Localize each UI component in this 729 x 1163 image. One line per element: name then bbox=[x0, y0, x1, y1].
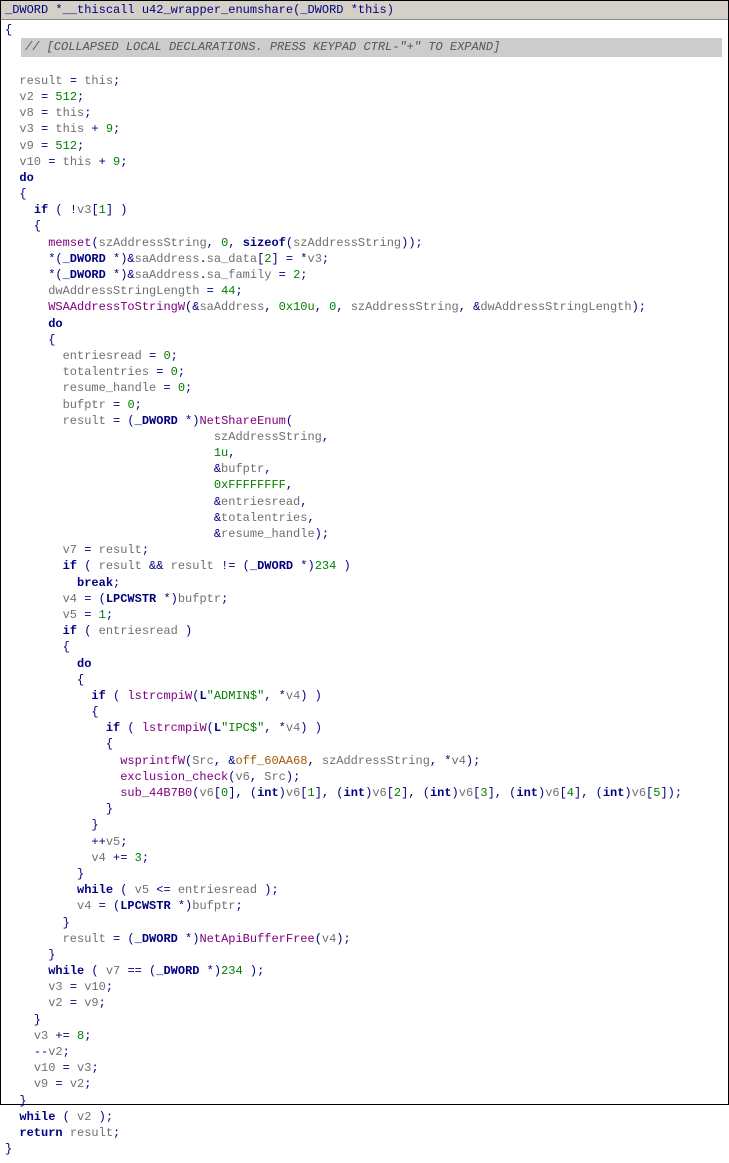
if-stmt: if ( lstrcmpiW(L"ADMIN$", *v4) ) bbox=[5, 688, 724, 704]
break: break; bbox=[5, 575, 724, 591]
stmt: totalentries = 0; bbox=[5, 364, 724, 380]
if-stmt: if ( !v3[1] ) bbox=[5, 202, 724, 218]
call-memset: memset(szAddressString, 0, sizeof(szAddr… bbox=[5, 235, 724, 251]
arg: szAddressString, bbox=[5, 429, 724, 445]
ptr-star: * bbox=[55, 3, 62, 17]
do-kw: do bbox=[5, 170, 724, 186]
stmt: ++v5; bbox=[5, 834, 724, 850]
stmt: bufptr = 0; bbox=[5, 397, 724, 413]
if-stmt: if ( entriesread ) bbox=[5, 623, 724, 639]
collapsed-locals-banner[interactable]: // [COLLAPSED LOCAL DECLARATIONS. PRESS … bbox=[21, 38, 722, 56]
return: return result; bbox=[5, 1125, 724, 1141]
function-name: u42_wrapper_enumshare bbox=[142, 3, 293, 17]
stmt: *(_DWORD *)&saAddress.sa_data[2] = *v3; bbox=[5, 251, 724, 267]
stmt: v4 = (LPCWSTR *)bufptr; bbox=[5, 898, 724, 914]
stmt: v9 = 512; bbox=[5, 138, 724, 154]
brace: } bbox=[5, 1093, 724, 1109]
call-netshare: result = (_DWORD *)NetShareEnum( bbox=[5, 413, 724, 429]
stmt: v3 = this + 9; bbox=[5, 121, 724, 137]
stmt: *(_DWORD *)&saAddress.sa_family = 2; bbox=[5, 267, 724, 283]
stmt: --v2; bbox=[5, 1044, 724, 1060]
arg: 0xFFFFFFFF, bbox=[5, 477, 724, 493]
stmt: resume_handle = 0; bbox=[5, 380, 724, 396]
brace: { bbox=[5, 736, 724, 752]
stmt: v3 = v10; bbox=[5, 979, 724, 995]
arg: &bufptr, bbox=[5, 461, 724, 477]
call-wsprintf: wsprintfW(Src, &off_60AA68, szAddressStr… bbox=[5, 753, 724, 769]
stmt: v10 = this + 9; bbox=[5, 154, 724, 170]
call-excl: exclusion_check(v6, Src); bbox=[5, 769, 724, 785]
stmt: v10 = v3; bbox=[5, 1060, 724, 1076]
stmt: v8 = this; bbox=[5, 105, 724, 121]
while: while ( v5 <= entriesread ); bbox=[5, 882, 724, 898]
brace: { bbox=[5, 218, 724, 234]
brace: } bbox=[5, 1012, 724, 1028]
arg: &totalentries, bbox=[5, 510, 724, 526]
brace: { bbox=[5, 639, 724, 655]
stmt: v4 = (LPCWSTR *)bufptr; bbox=[5, 591, 724, 607]
arg: 1u, bbox=[5, 445, 724, 461]
call-wsa: WSAAddressToStringW(&saAddress, 0x10u, 0… bbox=[5, 299, 724, 315]
do-kw: do bbox=[5, 656, 724, 672]
brace: } bbox=[5, 801, 724, 817]
brace: { bbox=[5, 186, 724, 202]
arg: &entriesread, bbox=[5, 494, 724, 510]
brace: } bbox=[5, 915, 724, 931]
callconv: __thiscall bbox=[63, 3, 135, 17]
code-body[interactable]: {// [COLLAPSED LOCAL DECLARATIONS. PRESS… bbox=[1, 20, 728, 1163]
stmt: dwAddressStringLength = 44; bbox=[5, 283, 724, 299]
stmt: v2 = 512; bbox=[5, 89, 724, 105]
brace: { bbox=[5, 704, 724, 720]
do-kw: do bbox=[5, 316, 724, 332]
while: while ( v7 == (_DWORD *)234 ); bbox=[5, 963, 724, 979]
call-sub: sub_44B7B0(v6[0], (int)v6[1], (int)v6[2]… bbox=[5, 785, 724, 801]
stmt: v7 = result; bbox=[5, 542, 724, 558]
call-netfree: result = (_DWORD *)NetApiBufferFree(v4); bbox=[5, 931, 724, 947]
brace-close: } bbox=[5, 1141, 724, 1157]
brace: { bbox=[5, 672, 724, 688]
ret-type: _DWORD bbox=[5, 3, 48, 17]
stmt: v4 += 3; bbox=[5, 850, 724, 866]
decompiler-signature: _DWORD *__thiscall u42_wrapper_enumshare… bbox=[1, 1, 728, 20]
brace: } bbox=[5, 817, 724, 833]
stmt: v2 = v9; bbox=[5, 995, 724, 1011]
brace: } bbox=[5, 947, 724, 963]
arg: &resume_handle); bbox=[5, 526, 724, 542]
brace: } bbox=[5, 866, 724, 882]
brace-open: { bbox=[5, 22, 724, 38]
if-stmt: if ( result && result != (_DWORD *)234 ) bbox=[5, 558, 724, 574]
if-stmt: if ( lstrcmpiW(L"IPC$", *v4) ) bbox=[5, 720, 724, 736]
stmt: entriesread = 0; bbox=[5, 348, 724, 364]
stmt: v5 = 1; bbox=[5, 607, 724, 623]
stmt: v9 = v2; bbox=[5, 1076, 724, 1092]
stmt: result = this; bbox=[5, 73, 724, 89]
while: while ( v2 ); bbox=[5, 1109, 724, 1125]
blank-line bbox=[5, 57, 724, 73]
stmt: v3 += 8; bbox=[5, 1028, 724, 1044]
param-list: (_DWORD *this) bbox=[293, 3, 394, 17]
brace: { bbox=[5, 332, 724, 348]
